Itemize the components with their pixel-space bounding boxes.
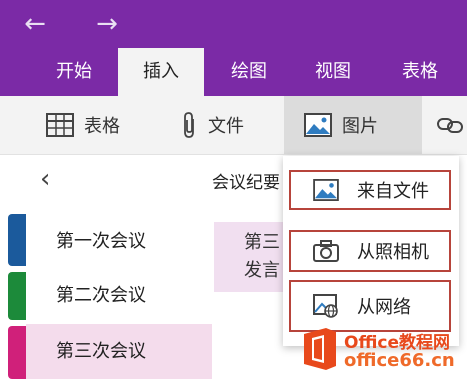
watermark-line-2: office66.cn — [344, 350, 455, 371]
menu-from-web-label: 从网络 — [357, 297, 411, 318]
section-tab-1[interactable] — [8, 214, 26, 266]
page-content: 第三 发言 — [214, 222, 294, 292]
web-image-icon — [313, 294, 338, 318]
tab-table[interactable]: 表格 — [384, 48, 456, 96]
back-arrow-icon[interactable]: ← — [20, 10, 50, 38]
link-icon — [437, 118, 463, 133]
title-bar: ← → 开始 插入 绘图 视图 表格 — [0, 0, 467, 96]
content-line-1: 第三 — [244, 232, 280, 253]
camera-icon — [313, 240, 339, 262]
section-tab-2[interactable] — [8, 272, 26, 320]
insert-picture-button[interactable]: 图片 — [284, 96, 422, 154]
insert-file-label: 文件 — [208, 116, 244, 137]
tab-view[interactable]: 视图 — [298, 48, 368, 96]
picture-icon — [313, 179, 339, 201]
insert-link-button[interactable] — [436, 96, 466, 154]
page-list: 第一次会议 第二次会议 第三次会议 — [26, 200, 212, 379]
ribbon-tabs: 开始 插入 绘图 视图 表格 — [0, 48, 467, 96]
insert-table-button[interactable]: 表格 — [46, 96, 120, 154]
tab-home[interactable]: 开始 — [38, 48, 110, 96]
forward-arrow-icon[interactable]: → — [92, 10, 122, 38]
paperclip-icon — [184, 112, 194, 138]
picture-icon — [304, 113, 332, 137]
page-item-1[interactable]: 第一次会议 — [26, 218, 212, 266]
ribbon: 表格 文件 图片 — [0, 96, 467, 155]
tab-draw[interactable]: 绘图 — [214, 48, 284, 96]
menu-from-file[interactable]: 来自文件 — [289, 170, 451, 210]
menu-from-camera-label: 从照相机 — [357, 242, 429, 263]
content-line-2: 发言 — [244, 260, 280, 281]
insert-picture-label: 图片 — [342, 116, 378, 137]
page-title: 会议纪要 — [212, 173, 280, 193]
section-tab-3[interactable] — [8, 326, 26, 379]
page-item-3[interactable]: 第三次会议 — [26, 324, 212, 379]
menu-from-camera[interactable]: 从照相机 — [289, 230, 451, 272]
picture-menu: 来自文件 从照相机 从网络 — [283, 156, 459, 346]
menu-from-file-label: 来自文件 — [357, 181, 429, 202]
page-item-2[interactable]: 第二次会议 — [26, 272, 212, 320]
insert-table-label: 表格 — [84, 116, 120, 137]
tab-insert[interactable]: 插入 — [118, 48, 204, 96]
office-watermark: Office教程网 office66.cn — [296, 322, 467, 379]
insert-file-button[interactable]: 文件 — [180, 96, 244, 154]
table-icon — [46, 113, 74, 137]
chevron-left-icon[interactable]: ‹ — [40, 164, 50, 194]
office-logo-icon — [304, 328, 336, 370]
